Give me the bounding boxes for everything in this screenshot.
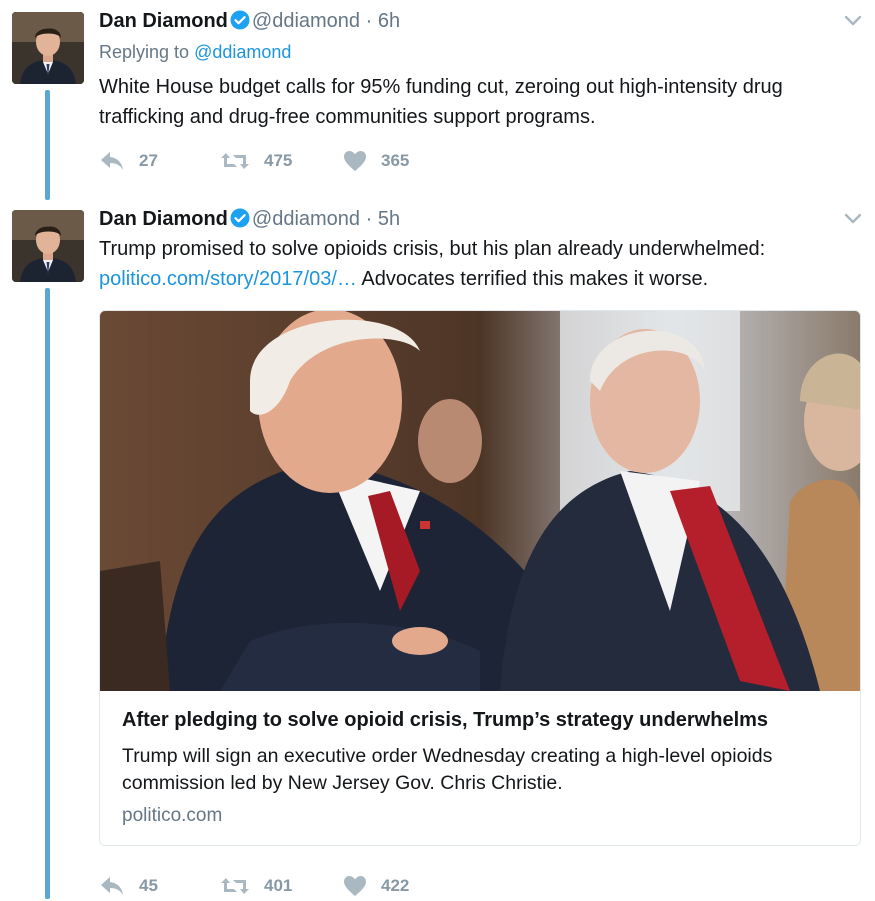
like-button[interactable]: 422 xyxy=(343,875,409,897)
retweet-button[interactable]: 475 xyxy=(220,150,292,172)
tweet-text: White House budget calls for 95% funding… xyxy=(99,76,783,128)
retweet-count: 475 xyxy=(264,151,293,170)
tweet-link[interactable]: politico.com/story/2017/03/… xyxy=(99,268,357,290)
link-card[interactable]: After pledging to solve opioid crisis, T… xyxy=(99,310,861,846)
tweet-header: Dan Diamond @ddiamond · 6h xyxy=(99,9,400,36)
retweet-button[interactable]: 401 xyxy=(220,875,292,897)
like-count: 365 xyxy=(381,151,410,170)
tweet-text-part: Trump promised to solve opioids crisis, … xyxy=(99,238,766,260)
card-title[interactable]: After pledging to solve opioid crisis, T… xyxy=(122,709,768,732)
reply-icon xyxy=(101,877,123,895)
reply-button[interactable]: 27 xyxy=(99,150,158,172)
card-image[interactable] xyxy=(100,311,860,691)
reply-icon xyxy=(101,152,123,170)
retweet-icon xyxy=(221,878,249,894)
verified-badge-icon xyxy=(230,10,250,36)
like-count: 422 xyxy=(381,876,410,895)
replying-prefix: Replying to xyxy=(99,42,190,62)
card-domain: politico.com xyxy=(122,805,223,826)
like-button[interactable]: 365 xyxy=(343,150,409,172)
tweet[interactable]: Dan Diamond @ddiamond · 5h Trump promised… xyxy=(0,200,875,899)
author-handle[interactable]: @ddiamond xyxy=(252,208,360,230)
timestamp[interactable]: 5h xyxy=(378,208,400,230)
tweet-header: Dan Diamond @ddiamond · 5h xyxy=(99,207,400,234)
chevron-down-icon[interactable] xyxy=(843,11,863,31)
heart-icon xyxy=(344,876,366,896)
reply-button[interactable]: 45 xyxy=(99,875,158,897)
author-name[interactable]: Dan Diamond xyxy=(99,10,228,32)
tweet-text-part: Advocates terrified this makes it worse. xyxy=(356,268,709,290)
reply-count: 45 xyxy=(139,876,158,895)
avatar[interactable] xyxy=(12,12,84,84)
retweet-icon xyxy=(221,153,249,169)
avatar[interactable] xyxy=(12,210,84,282)
separator: · xyxy=(365,208,373,230)
thread-line xyxy=(45,90,50,200)
chevron-down-icon[interactable] xyxy=(843,209,863,229)
reply-count: 27 xyxy=(139,151,158,170)
tweet-text: Trump promised to solve opioids crisis, … xyxy=(99,234,839,294)
timestamp[interactable]: 6h xyxy=(378,10,400,32)
replying-to: Replying to @ddiamond xyxy=(99,42,291,63)
verified-badge-icon xyxy=(230,208,250,234)
thread-line xyxy=(45,288,50,899)
tweet[interactable]: Dan Diamond @ddiamond · 6h Replying to @d… xyxy=(0,0,875,200)
separator: · xyxy=(365,10,373,32)
card-description: Trump will sign an executive order Wedne… xyxy=(122,745,773,794)
replying-to-link[interactable]: @ddiamond xyxy=(194,42,291,62)
author-name[interactable]: Dan Diamond xyxy=(99,208,228,230)
retweet-count: 401 xyxy=(264,876,293,895)
author-handle[interactable]: @ddiamond xyxy=(252,10,360,32)
heart-icon xyxy=(344,151,366,171)
